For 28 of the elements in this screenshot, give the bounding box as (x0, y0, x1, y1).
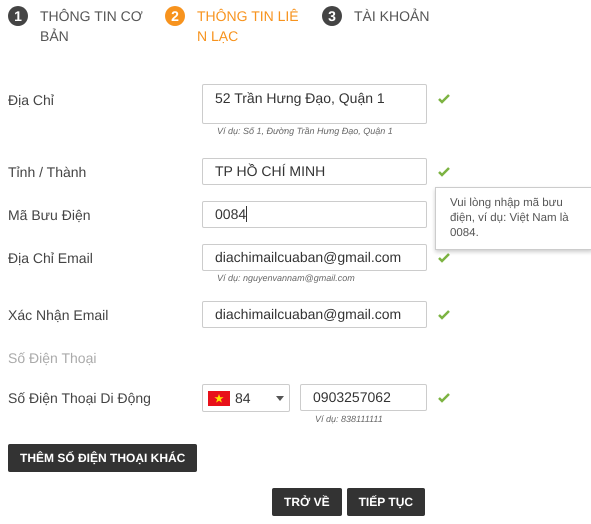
step-number: 2 (165, 6, 185, 26)
text-input[interactable]: diachimailcuaban@gmail.com (202, 244, 427, 271)
step-number: 1 (8, 6, 28, 26)
field-label: Mã Bưu Điện (8, 206, 92, 222)
field-hint: Ví dụ: Số 1, Đường Trần Hưng Đạo, Quận 1 (216, 125, 394, 136)
text-input[interactable]: 0084 (202, 201, 427, 228)
field-label: Số Điện Thoại Di Động (8, 390, 152, 406)
caret-icon (276, 396, 284, 400)
step-number: 3 (322, 6, 342, 26)
back-button[interactable]: TRỞ VỀ (272, 488, 342, 516)
field-label: Địa Chỉ (8, 92, 55, 108)
step-title[interactable]: THÔNG TIN CƠ BẢN (40, 6, 143, 46)
text-input[interactable]: TP HỒ CHÍ MINH (202, 158, 427, 185)
field-label: Tỉnh / Thành (8, 164, 88, 180)
field-hint: Ví dụ: nguyenvannam@gmail.com (216, 272, 356, 283)
text-input[interactable]: 52 Trần Hưng Đạo, Quận 1 (202, 84, 427, 124)
flag-icon (208, 390, 230, 406)
field-label: Xác Nhận Email (8, 306, 110, 322)
tooltip: Vui lòng nhập mã bưu điện, ví dụ: Việt Nam là 0084. (435, 187, 591, 250)
step-title[interactable]: TÀI KHOẢN (354, 6, 430, 46)
phone-input[interactable]: 0903257062 (300, 384, 427, 411)
continue-button[interactable]: TIẾP TỤC (346, 488, 426, 516)
field-label: Địa Chỉ Email (8, 250, 94, 266)
add-phone-button[interactable]: THÊM SỐ ĐIỆN THOẠI KHÁC (8, 444, 198, 472)
section-label: Số Điện Thoại (8, 350, 98, 366)
field-hint: Ví dụ: 838111111 (314, 413, 384, 424)
country-code-select[interactable]: 84 (202, 384, 290, 412)
text-input[interactable]: diachimailcuaban@gmail.com (202, 301, 427, 328)
